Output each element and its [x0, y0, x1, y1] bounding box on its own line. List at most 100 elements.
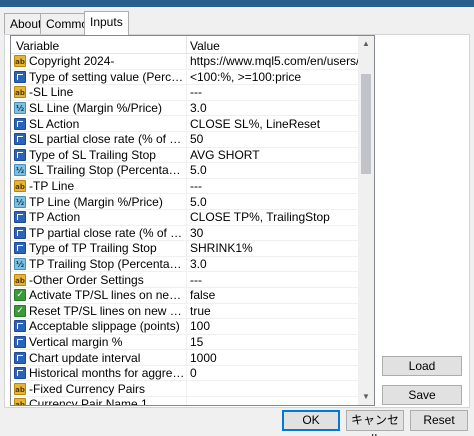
- variable-cell: ab Copyright 2024-: [11, 54, 187, 69]
- table-row[interactable]: abCurrency Pair Name 1: [11, 397, 359, 405]
- variable-name: SL Line (Margin %/Price): [29, 101, 162, 116]
- string-type-icon: ab: [14, 86, 26, 99]
- value-cell[interactable]: 3.0: [187, 257, 359, 272]
- value-cell[interactable]: AVG SHORT: [187, 148, 359, 163]
- variable-cell: SL Action: [11, 116, 187, 131]
- value-cell[interactable]: 3.0: [187, 101, 359, 116]
- table-row[interactable]: Acceptable slippage (points) 100: [11, 319, 359, 335]
- variable-cell: Acceptable slippage (points): [11, 319, 187, 334]
- variable-name: Type of setting value (Percentage/Pri...: [29, 69, 186, 84]
- variable-cell: ab -TP Line: [11, 178, 187, 194]
- value-cell[interactable]: ---: [187, 85, 359, 100]
- column-header-value[interactable]: Value: [187, 36, 359, 53]
- value-cell[interactable]: https://www.mql5.com/en/users/mt4kabu...: [187, 54, 359, 69]
- table-row[interactable]: ab Copyright 2024- https://www.mql5.com/en…: [11, 54, 359, 70]
- table-row[interactable]: Type of SL Trailing Stop AVG SHORT: [11, 147, 359, 164]
- variable-cell: ½ TP Line (Margin %/Price): [11, 194, 187, 209]
- value-cell[interactable]: ---: [187, 179, 359, 194]
- enum-type-icon: [14, 211, 26, 224]
- table-row[interactable]: ½ TP Line (Margin %/Price) 5.0: [11, 194, 359, 210]
- variable-name: -Fixed Currency Pairs: [29, 381, 146, 396]
- vertical-scrollbar[interactable]: ▲ ▼: [358, 36, 374, 405]
- variable-name: -SL Line: [29, 85, 74, 100]
- table-row[interactable]: ab -SL Line ---: [11, 85, 359, 101]
- variable-name: TP Trailing Stop (Percentage/Price): [29, 257, 186, 272]
- variable-cell: SL partial close rate (% of held lots): [11, 131, 187, 147]
- value-cell[interactable]: <100:%, >=100:price: [187, 70, 359, 85]
- variable-cell: ½ SL Line (Margin %/Price): [11, 100, 187, 116]
- double-type-icon: ½: [14, 258, 26, 271]
- table-row[interactable]: Chart update interval 1000: [11, 350, 359, 366]
- bool-type-icon: ✓: [14, 289, 26, 302]
- variable-name: Reset TP/SL lines on new orders: [29, 303, 186, 318]
- variable-cell: Historical months for aggregation (0 f..…: [11, 365, 187, 381]
- table-row[interactable]: ab -Other Order Settings ---: [11, 272, 359, 288]
- variable-name: SL Action: [29, 116, 80, 131]
- table-row[interactable]: Vertical margin % 15: [11, 334, 359, 351]
- tab-inputs[interactable]: Inputs: [84, 11, 129, 35]
- table-row[interactable]: ab -Fixed Currency Pairs: [11, 381, 359, 398]
- table-row[interactable]: ½ SL Line (Margin %/Price) 3.0: [11, 100, 359, 117]
- variable-name: Historical months for aggregation (0 f..…: [29, 366, 186, 381]
- value-cell[interactable]: [187, 397, 359, 405]
- value-cell[interactable]: true: [187, 304, 359, 319]
- table-row[interactable]: TP partial close rate (% of held lots)30: [11, 225, 359, 242]
- variable-name: Vertical margin %: [29, 334, 123, 349]
- value-cell[interactable]: SHRINK1%: [187, 241, 359, 256]
- variable-cell: ✓Activate TP/SL lines on new orders: [11, 287, 187, 303]
- value-cell[interactable]: 30: [187, 226, 359, 241]
- variable-name: SL Trailing Stop (Percentage/Price): [29, 163, 186, 178]
- variable-name: Acceptable slippage (points): [29, 319, 180, 334]
- value-cell[interactable]: false: [187, 288, 359, 303]
- table-row[interactable]: Type of TP Trailing Stop SHRINK1%: [11, 241, 359, 257]
- value-cell[interactable]: CLOSE TP%, TrailingStop: [187, 210, 359, 225]
- table-row[interactable]: Historical months for aggregation (0 f..…: [11, 365, 359, 382]
- table-row[interactable]: ab -TP Line ---: [11, 178, 359, 195]
- window-title-strip: [0, 0, 474, 7]
- save-button[interactable]: Save: [382, 385, 462, 405]
- table-row[interactable]: ½SL Trailing Stop (Percentage/Price)5.0: [11, 163, 359, 179]
- value-cell[interactable]: 1000: [187, 350, 359, 365]
- variable-name: Type of SL Trailing Stop: [29, 147, 156, 162]
- variable-cell: ab -SL Line: [11, 85, 187, 100]
- value-cell[interactable]: [187, 381, 359, 396]
- value-cell[interactable]: 5.0: [187, 194, 359, 209]
- value-cell[interactable]: 100: [187, 319, 359, 334]
- cancel-button[interactable]: キャンセル: [346, 410, 404, 436]
- scrollbar-thumb[interactable]: [361, 74, 371, 174]
- enum-type-icon: [14, 70, 26, 83]
- value-cell[interactable]: CLOSE SL%, LineReset: [187, 116, 359, 131]
- string-type-icon: ab: [14, 180, 26, 193]
- enum-type-icon: [14, 133, 26, 146]
- table-row[interactable]: SL Action CLOSE SL%, LineReset: [11, 116, 359, 132]
- variable-cell: ab -Other Order Settings: [11, 272, 187, 287]
- table-row[interactable]: Type of setting value (Percentage/Pri...…: [11, 69, 359, 86]
- string-type-icon: ab: [14, 382, 26, 395]
- inputs-grid[interactable]: Variable Value ab Copyright 2024- https://…: [10, 35, 375, 406]
- double-type-icon: ½: [14, 195, 26, 208]
- scroll-down-arrow-icon[interactable]: ▼: [358, 389, 374, 405]
- value-cell[interactable]: ---: [187, 272, 359, 287]
- string-type-icon: ab: [14, 55, 26, 68]
- reset-button[interactable]: Reset: [410, 410, 468, 431]
- double-type-icon: ½: [14, 164, 26, 177]
- value-cell[interactable]: 5.0: [187, 163, 359, 178]
- double-type-icon: ½: [14, 102, 26, 115]
- table-row[interactable]: SL partial close rate (% of held lots)50: [11, 131, 359, 148]
- table-row[interactable]: TP Action CLOSE TP%, TrailingStop: [11, 209, 359, 226]
- scroll-up-arrow-icon[interactable]: ▲: [358, 36, 374, 52]
- variable-name: -TP Line: [29, 179, 75, 194]
- table-row[interactable]: ✓Activate TP/SL lines on new ordersfalse: [11, 287, 359, 304]
- value-cell[interactable]: 50: [187, 132, 359, 147]
- table-row[interactable]: ✓Reset TP/SL lines on new orderstrue: [11, 303, 359, 320]
- value-cell[interactable]: 0: [187, 366, 359, 381]
- ok-button[interactable]: OK: [282, 410, 340, 431]
- enum-type-icon: [14, 117, 26, 130]
- value-cell[interactable]: 15: [187, 335, 359, 350]
- enum-type-icon: [14, 242, 26, 255]
- enum-type-icon: [14, 351, 26, 364]
- table-row[interactable]: ½TP Trailing Stop (Percentage/Price)3.0: [11, 256, 359, 273]
- load-button[interactable]: Load: [382, 356, 462, 376]
- column-header-variable[interactable]: Variable: [11, 36, 187, 53]
- variable-name: SL partial close rate (% of held lots): [29, 132, 186, 147]
